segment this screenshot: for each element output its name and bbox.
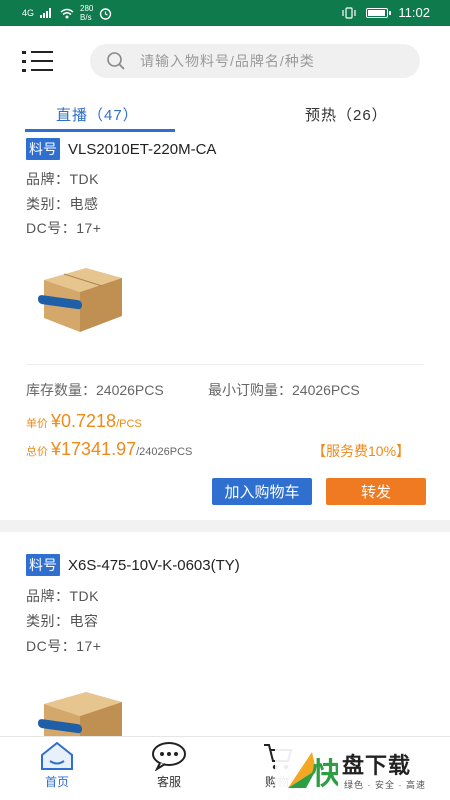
category-text: 类别：电容 <box>26 613 99 629</box>
part-number-row: 料号 X6S-475-10V-K-0603(TY) <box>26 554 240 576</box>
watermark-logo-icon: 快 <box>288 752 338 792</box>
speed-value: 280 <box>80 4 94 13</box>
brand-text: 品牌：TDK <box>26 588 99 604</box>
stock-quantity: 库存数量：24026PCS <box>26 382 164 398</box>
home-icon <box>41 741 73 770</box>
wifi-icon <box>60 8 74 18</box>
min-order-quantity: 最小订购量：24026PCS <box>208 382 360 398</box>
part-number: X6S-475-10V-K-0603(TY) <box>68 556 240 574</box>
menu-icon[interactable] <box>22 48 56 74</box>
total-price: ¥17341.97 <box>51 439 137 459</box>
total-price-row: 总价 ¥17341.97 /24026PCS <box>26 439 192 460</box>
unit-price-label: 单价 <box>26 418 48 430</box>
header <box>0 26 450 98</box>
alarm-icon <box>100 7 112 20</box>
part-number: VLS2010ET-220M-CA <box>68 140 217 158</box>
clock: 11:02 <box>398 5 430 20</box>
nav-service-label: 客服 <box>156 775 181 789</box>
unit-price-row: 单价 ¥0.7218 /PCS <box>26 411 142 432</box>
product-card[interactable]: 料号 X6S-475-10V-K-0603(TY) 品牌：TDK 类别：电容 D… <box>0 532 450 756</box>
card-separator <box>0 520 450 532</box>
signal-icon <box>40 8 52 18</box>
add-to-cart-button[interactable]: 加入购物车 <box>212 478 312 505</box>
part-number-row: 料号 VLS2010ET-220M-CA <box>26 138 216 160</box>
search-input[interactable] <box>140 53 400 69</box>
part-number-tag: 料号 <box>26 554 60 576</box>
network-speed: 280 B/s <box>80 4 93 22</box>
total-quantity: /24026PCS <box>136 446 193 458</box>
chat-icon <box>152 742 186 771</box>
dc-text: DC号：17+ <box>26 220 102 236</box>
watermark-logo-char: 快 <box>312 757 338 792</box>
service-fee: 【服务费10%】 <box>312 443 411 459</box>
part-number-tag: 料号 <box>26 138 60 160</box>
total-price-label: 总价 <box>26 446 48 458</box>
share-button[interactable]: 转发 <box>326 478 426 505</box>
product-card[interactable]: 料号 VLS2010ET-220M-CA 品牌：TDK 类别：电感 DC号：17… <box>0 132 450 520</box>
product-box-image <box>38 268 122 332</box>
unit-price-suffix: /PCS <box>116 418 142 430</box>
search-icon <box>107 52 125 70</box>
card-divider <box>26 364 424 365</box>
status-bar: 4G 280 B/s 11:02 <box>0 0 450 26</box>
category-text: 类别：电感 <box>26 196 99 212</box>
speed-unit: B/s <box>80 13 92 22</box>
search-bar[interactable] <box>90 44 420 78</box>
vibrate-icon <box>342 6 357 19</box>
tab-live[interactable]: 直播（47） <box>56 104 139 125</box>
nav-home[interactable]: 首页 <box>27 741 87 790</box>
battery-icon <box>366 7 392 18</box>
tab-preheat[interactable]: 预热（26） <box>305 104 388 125</box>
nav-home-label: 首页 <box>44 775 69 789</box>
network-label: 4G <box>22 8 35 18</box>
dc-text: DC号：17+ <box>26 638 102 654</box>
unit-price: ¥0.7218 <box>51 411 117 431</box>
nav-service[interactable]: 客服 <box>139 741 199 790</box>
brand-text: 品牌：TDK <box>26 171 99 187</box>
tab-bar: 直播（47） 预热（26） <box>0 100 450 132</box>
watermark-subtitle: 绿色 · 安全 · 高速 <box>344 780 426 790</box>
watermark-title: 盘下载 <box>342 753 412 778</box>
